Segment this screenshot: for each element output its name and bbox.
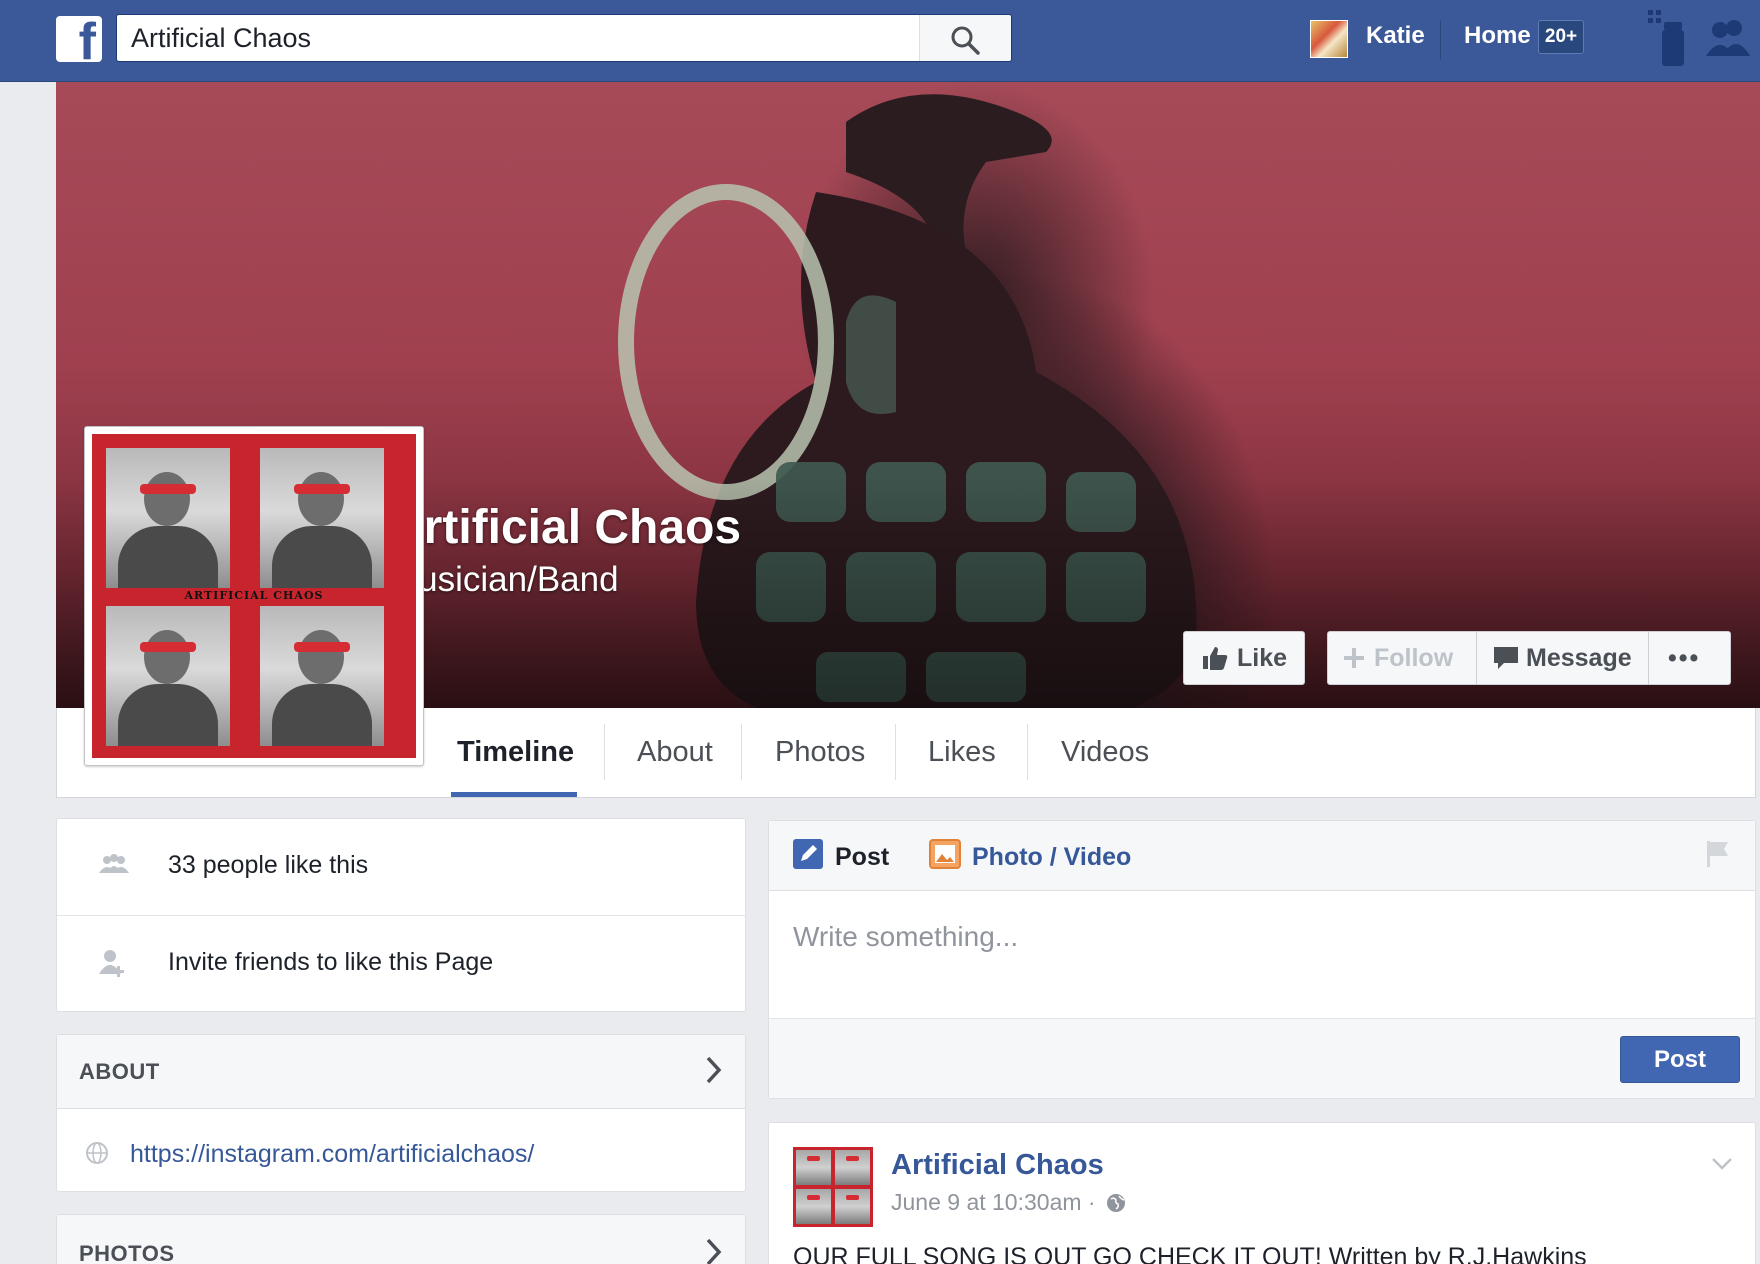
- divider: [1476, 632, 1477, 684]
- post-text: OUR FULL SONG IS OUT GO CHECK IT OUT! Wr…: [793, 1243, 1587, 1264]
- chevron-right-icon: [706, 1238, 722, 1264]
- band-member-photo: [106, 448, 230, 588]
- photos-card: PHOTOS: [56, 1214, 746, 1264]
- home-link[interactable]: Home: [1464, 22, 1531, 50]
- invite-friends-text: Invite friends to like this Page: [168, 948, 494, 976]
- about-section-title: ABOUT: [79, 1059, 160, 1084]
- divider: [741, 724, 742, 780]
- tab-photos[interactable]: Photos: [775, 708, 865, 796]
- photo-icon: [929, 839, 961, 869]
- instagram-link[interactable]: https://instagram.com/artificialchaos/: [130, 1140, 534, 1169]
- user-avatar[interactable]: [1310, 20, 1348, 58]
- likes-card: 33 people like this Invite friends to li…: [56, 818, 746, 1012]
- message-icon: [1494, 647, 1518, 669]
- add-person-icon: [99, 950, 124, 977]
- post-author-avatar[interactable]: [793, 1147, 873, 1227]
- composer-footer: Post: [769, 1018, 1755, 1098]
- facebook-logo-icon[interactable]: f: [56, 16, 102, 62]
- chevron-down-icon[interactable]: [1711, 1157, 1733, 1171]
- friend-requests-icon[interactable]: [1702, 8, 1750, 68]
- composer-input[interactable]: [793, 921, 1673, 961]
- globe-icon: [86, 1142, 108, 1164]
- people-icon: [99, 854, 129, 873]
- more-options-button[interactable]: •••: [1668, 632, 1700, 684]
- divider: [1648, 632, 1649, 684]
- pencil-icon: [793, 839, 823, 869]
- tab-about[interactable]: About: [637, 708, 713, 796]
- user-name-link[interactable]: Katie: [1366, 22, 1425, 50]
- tab-videos[interactable]: Videos: [1061, 708, 1149, 796]
- tab-likes[interactable]: Likes: [928, 708, 996, 796]
- search-input[interactable]: [131, 15, 911, 61]
- post-composer: Post Photo / Video Post: [768, 820, 1756, 1099]
- divider: [604, 724, 605, 780]
- post-author-name[interactable]: Artificial Chaos: [891, 1149, 1104, 1182]
- photos-section-header[interactable]: PHOTOS: [57, 1215, 745, 1264]
- search-icon: [951, 26, 980, 55]
- active-tab-indicator: [451, 792, 577, 797]
- app-launcher-icon[interactable]: [1646, 8, 1690, 68]
- profile-picture-collage: ARTIFICIAL CHAOS: [92, 434, 416, 758]
- composer-photo-video-tab[interactable]: Photo / Video: [972, 843, 1131, 872]
- profile-picture[interactable]: ARTIFICIAL CHAOS: [84, 426, 424, 766]
- divider: [1440, 20, 1441, 60]
- top-navigation-bar: f Katie Home 20+: [0, 0, 1760, 82]
- search-box: [116, 14, 1012, 62]
- composer-tabs: Post Photo / Video: [769, 821, 1755, 891]
- likes-count-text: 33 people like this: [168, 851, 369, 879]
- tab-timeline[interactable]: Timeline: [457, 708, 574, 796]
- divider: [1027, 724, 1028, 780]
- like-button[interactable]: Like: [1183, 631, 1305, 685]
- post-timestamp[interactable]: June 9 at 10:30am ·: [891, 1189, 1126, 1216]
- feed-post: Artificial Chaos June 9 at 10:30am · OUR…: [768, 1122, 1756, 1264]
- band-member-photo: [260, 448, 384, 588]
- thumbs-up-icon: [1203, 647, 1228, 670]
- likes-count-row[interactable]: 33 people like this: [57, 819, 745, 915]
- chevron-right-icon: [706, 1056, 722, 1084]
- page-title: Artificial Chaos: [389, 501, 742, 554]
- photos-section-title: PHOTOS: [79, 1241, 175, 1264]
- band-logo-text: ARTIFICIAL CHAOS: [154, 589, 354, 602]
- home-notification-badge[interactable]: 20+: [1538, 20, 1584, 54]
- composer-post-tab[interactable]: Post: [835, 843, 889, 872]
- flag-icon[interactable]: [1705, 839, 1731, 869]
- invite-friends-row[interactable]: Invite friends to like this Page: [57, 915, 745, 1011]
- post-button[interactable]: Post: [1620, 1036, 1740, 1083]
- plus-icon: [1344, 648, 1364, 668]
- search-button[interactable]: [919, 15, 1011, 61]
- band-member-photo: [260, 606, 384, 746]
- about-section-header[interactable]: ABOUT: [57, 1035, 745, 1109]
- band-member-photo: [106, 606, 230, 746]
- divider: [895, 724, 896, 780]
- page-actions-group: Follow Message •••: [1327, 631, 1731, 685]
- globe-icon: [1106, 1194, 1125, 1212]
- about-card: ABOUT https://instagram.com/artificialch…: [56, 1034, 746, 1192]
